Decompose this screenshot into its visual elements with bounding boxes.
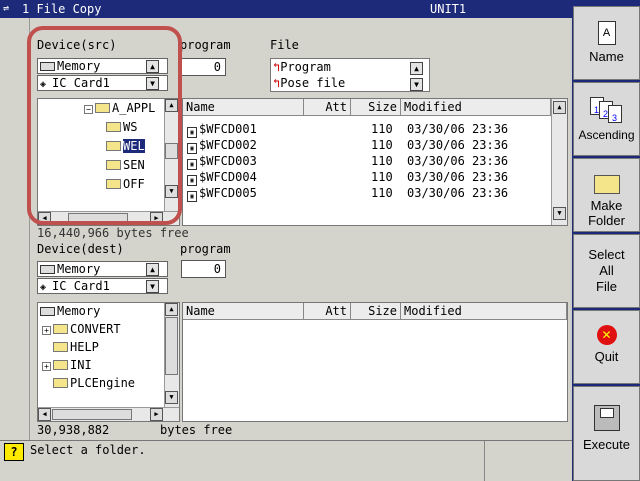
src-program-label: program	[180, 38, 231, 52]
app-icon: ⇌	[3, 3, 10, 14]
scroll-up-button[interactable]: ▲	[165, 303, 178, 316]
highlight-frame	[27, 26, 182, 225]
dest-device-up-button[interactable]: ▲	[146, 263, 159, 276]
name-sort-button[interactable]: A Name	[573, 6, 640, 80]
help-icon[interactable]: ?	[4, 443, 24, 461]
file-size: 110	[371, 122, 393, 136]
col-modified-header[interactable]: Modified	[401, 303, 567, 320]
unit-label: UNIT1	[430, 2, 467, 16]
file-modified: 03/30/06 23:36	[407, 186, 509, 200]
src-file-list[interactable]: Name Att Size Modified ▣ $WFCD001 ▣ $WFCD0…	[182, 98, 568, 226]
execute-icon	[593, 405, 620, 431]
col-size-header[interactable]: Size	[351, 99, 401, 116]
file-row[interactable]: ▣ $WFCD004	[187, 169, 257, 186]
file-modified: 03/30/06 23:36	[407, 122, 509, 136]
select-all-file-button[interactable]: Select All File	[573, 234, 640, 308]
file-type-up-button[interactable]: ▲	[410, 62, 423, 75]
tree-item-memory[interactable]: Memory	[40, 304, 100, 318]
expand-icon[interactable]: +	[42, 326, 51, 335]
col-name-header[interactable]: Name	[183, 303, 304, 320]
file-row[interactable]: ▣ $WFCD001	[187, 121, 257, 138]
scroll-left-button[interactable]: ◀	[38, 408, 51, 421]
folder-icon	[53, 378, 68, 388]
file-row[interactable]: ▣ $WFCD005	[187, 185, 257, 202]
make-folder-button[interactable]: Make Folder	[573, 158, 640, 232]
file-type-list[interactable]: ↰Program ↰Pose file	[270, 58, 430, 92]
folder-icon	[53, 342, 68, 352]
file-modified: 03/30/06 23:36	[407, 138, 509, 152]
ascending-icon: 1 2 3	[589, 97, 624, 123]
file-size: 110	[371, 170, 393, 184]
src-free-space: 16,440,966 bytes free	[37, 226, 189, 240]
scroll-right-button[interactable]: ▶	[150, 408, 163, 421]
program-file-icon: ▣	[187, 191, 197, 202]
col-att-header[interactable]: Att	[304, 303, 351, 320]
col-size-header[interactable]: Size	[351, 303, 401, 320]
window-title: 1 File Copy	[22, 2, 102, 16]
file-size: 110	[371, 154, 393, 168]
dest-device-down-button[interactable]: ▼	[146, 280, 159, 293]
dest-tree-hscroll[interactable]: ◀ ▶	[38, 407, 179, 421]
status-divider	[484, 441, 485, 481]
iccard-icon: ◈	[40, 282, 53, 293]
file-label: File	[270, 38, 299, 52]
name-sort-icon: A	[597, 21, 616, 45]
quit-button[interactable]: ✕ Quit	[573, 310, 640, 384]
execute-button[interactable]: Execute	[573, 386, 640, 481]
device-dest-label: Device(dest)	[37, 242, 124, 256]
file-modified: 03/30/06 23:36	[407, 154, 509, 168]
dest-folder-tree[interactable]: Memory + CONVERT HELP + INI PLCEngine ▲ ▼ …	[37, 302, 180, 422]
col-modified-header[interactable]: Modified	[401, 99, 551, 116]
title-bar: ⇌ 1 File Copy UNIT1	[0, 0, 572, 18]
tree-item-convert[interactable]: + CONVERT	[42, 322, 121, 336]
tree-item-ini[interactable]: + INI	[42, 358, 92, 372]
status-bar: ? Select a folder.	[0, 440, 572, 481]
quit-icon: ✕	[596, 325, 617, 345]
folder-icon	[593, 175, 620, 194]
scroll-down-button[interactable]: ▼	[165, 391, 178, 404]
file-modified: 03/30/06 23:36	[407, 170, 509, 184]
tree-item-plcengine[interactable]: PLCEngine	[53, 376, 135, 390]
file-size: 110	[371, 186, 393, 200]
src-program-input[interactable]: 0	[181, 58, 226, 76]
col-name-header[interactable]: Name	[183, 99, 304, 116]
expand-icon[interactable]: +	[42, 362, 51, 371]
file-type-program[interactable]: ↰Program	[273, 60, 331, 74]
scroll-thumb[interactable]	[165, 317, 178, 375]
col-att-header[interactable]: Att	[304, 99, 351, 116]
dest-program-label: program	[180, 242, 231, 256]
memory-drive-icon	[40, 265, 55, 274]
dest-program-input[interactable]: 0	[181, 260, 226, 278]
status-message: Select a folder.	[30, 443, 146, 457]
scroll-up-button[interactable]: ▲	[553, 101, 566, 114]
dest-free-value: 30,938,882	[37, 423, 110, 437]
dest-file-list[interactable]: Name Att Size Modified	[182, 302, 568, 422]
folder-icon	[53, 324, 68, 334]
dest-tree-vscroll[interactable]: ▲ ▼	[164, 303, 179, 407]
file-type-pose[interactable]: ↰Pose file	[273, 76, 345, 90]
file-row[interactable]: ▣ $WFCD003	[187, 153, 257, 170]
tree-item-help[interactable]: HELP	[53, 340, 99, 354]
dest-free-label: bytes free	[160, 423, 233, 437]
file-size: 110	[371, 138, 393, 152]
side-button-bar: A Name 1 2 3 Ascending Make Folder Selec…	[572, 0, 640, 481]
file-type-down-button[interactable]: ▼	[410, 78, 423, 91]
memory-drive-icon	[40, 307, 55, 316]
folder-icon	[53, 360, 68, 370]
scroll-thumb[interactable]	[52, 409, 132, 420]
scroll-down-button[interactable]: ▼	[553, 207, 566, 220]
src-list-vscroll[interactable]: ▲ ▼	[551, 99, 567, 225]
left-strip	[0, 18, 30, 440]
file-row[interactable]: ▣ $WFCD002	[187, 137, 257, 154]
ascending-button[interactable]: 1 2 3 Ascending	[573, 82, 640, 156]
